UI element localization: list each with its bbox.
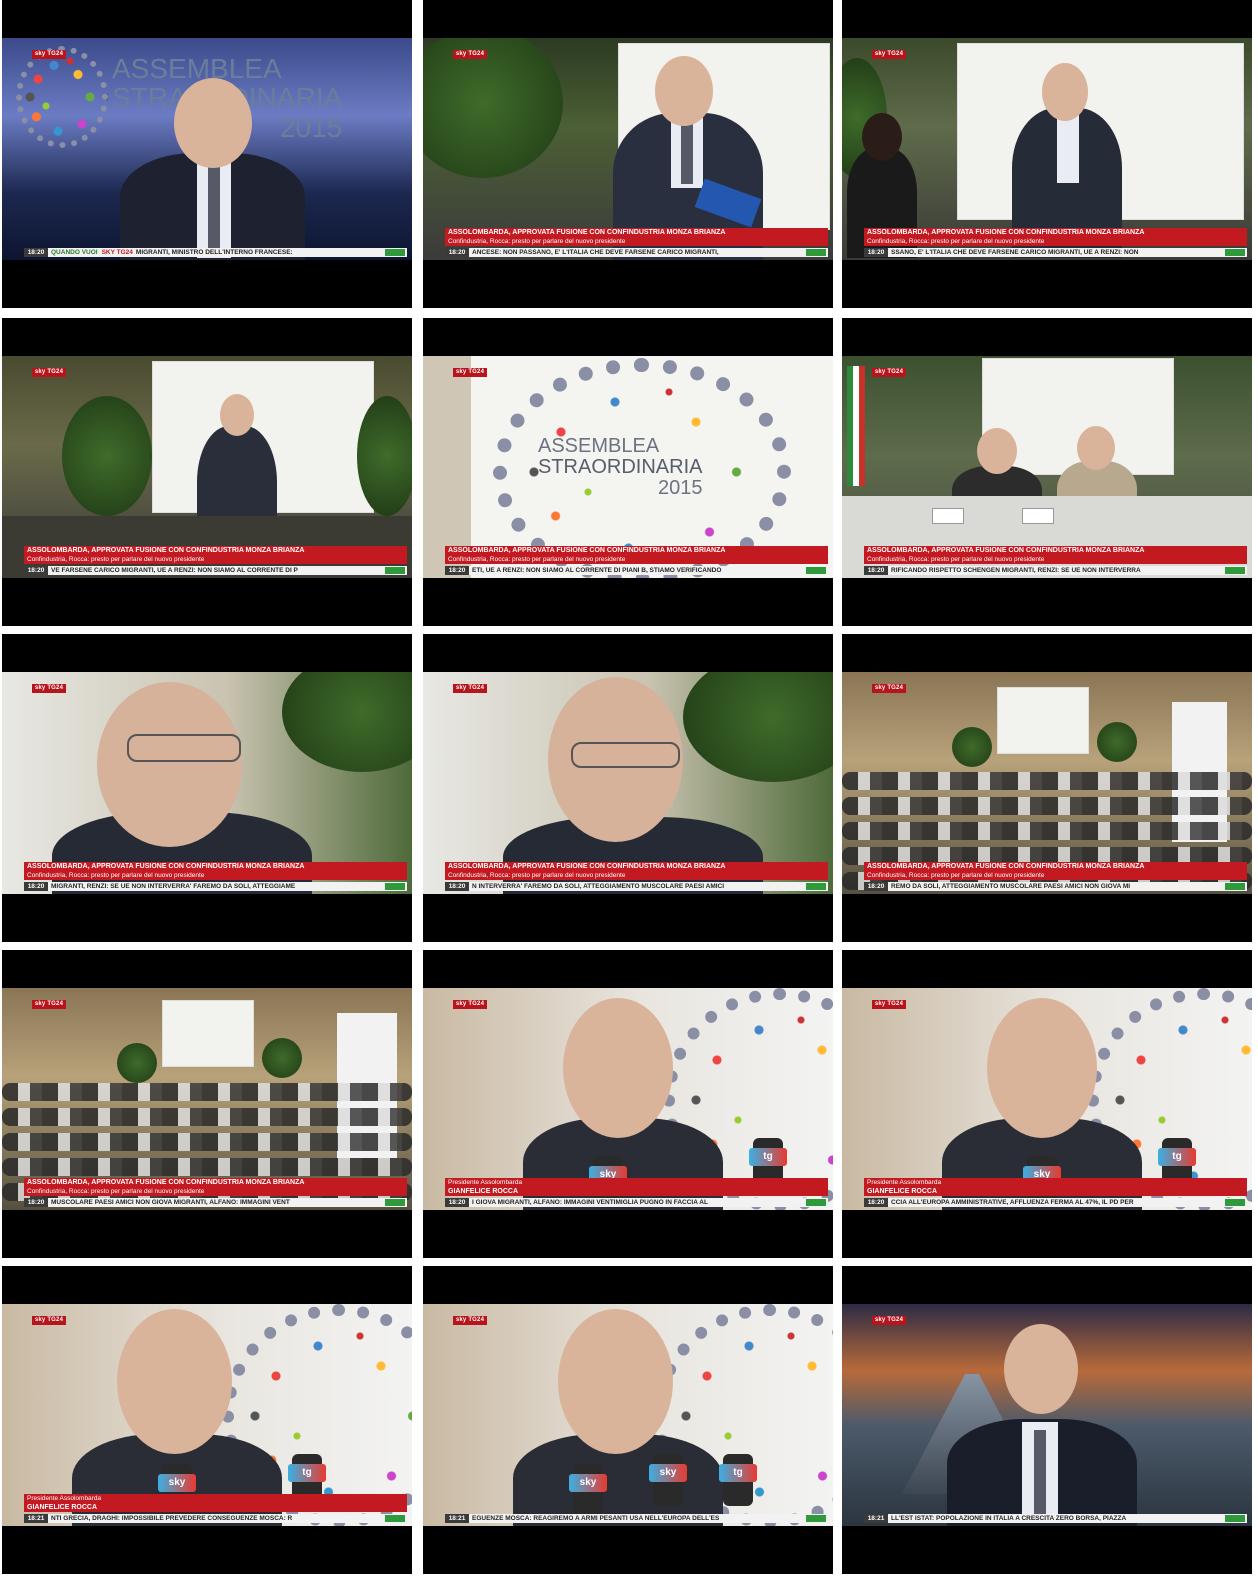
news-ticker: 18:21 EGUENZE MOSCA: REAGIREMO A ARMI PES…	[445, 1514, 828, 1523]
ticker-time: 18:20	[24, 248, 48, 257]
dot-circle-logo	[16, 46, 108, 148]
frame-image	[842, 38, 1252, 260]
frame-image: sky sky tg	[423, 1304, 833, 1526]
video-frame-8: sky TG24 ASSOLOMBARDA, APPROVATA FUSIONE…	[423, 634, 833, 942]
banner-text: ASSEMBLEA STRAORDINARIA 2015	[538, 435, 703, 499]
news-ticker: 18:20 MIGRANTI, RENZI: SE UE NON INTERVER…	[24, 882, 407, 891]
frame-image	[2, 672, 412, 894]
frame-image: sky tg	[2, 1304, 412, 1526]
video-frame-13: sky tg sky TG24 Presidente Assolombarda …	[2, 1266, 412, 1574]
news-ticker: 18:20 ETI, UE A RENZI: NON SIAMO AL CORRE…	[445, 566, 828, 575]
news-ticker: 18:20 CCIA ALL'EUROPA AMMINISTRATIVE, AFF…	[864, 1198, 1247, 1207]
frame-image: ASSEMBLEA STRAORDINARIA 2015	[2, 38, 412, 260]
news-ticker: 18:20 RIFICANDO RISPETTO SCHENGEN MIGRANT…	[864, 566, 1247, 575]
frame-image	[842, 356, 1252, 578]
frame-image	[2, 988, 412, 1210]
video-frame-11: sky tg sky TG24 Presidente Assolombarda …	[423, 950, 833, 1258]
video-frame-3: sky TG24 ASSOLOMBARDA, APPROVATA FUSIONE…	[842, 0, 1252, 308]
video-frame-10: sky TG24 ASSOLOMBARDA, APPROVATA FUSIONE…	[2, 950, 412, 1258]
news-ticker: 18:21 NTI GRECIA, DRAGHI: IMPOSSIBILE PRE…	[24, 1514, 407, 1523]
frame-image	[842, 672, 1252, 894]
news-ticker: 18:20 QUANDO VUOI SKY TG24 MIGRANTI, MINIST…	[24, 248, 407, 257]
video-frame-9: sky TG24 ASSOLOMBARDA, APPROVATA FUSIONE…	[842, 634, 1252, 942]
video-frame-4: sky TG24 ASSOLOMBARDA, APPROVATA FUSIONE…	[2, 318, 412, 626]
frame-image	[423, 672, 833, 894]
frame-image: sky tg	[842, 988, 1252, 1210]
news-ticker: 18:20 MUSCOLARE PAESI AMICI NON GIOVA MIG…	[24, 1198, 407, 1207]
video-frame-1: ASSEMBLEA STRAORDINARIA 2015 sky TG24 18…	[2, 0, 412, 308]
news-ticker: 18:20 N INTERVERRA' FAREMO DA SOLI, ATTEG…	[445, 882, 828, 891]
ticker-badge	[385, 249, 405, 256]
frame-image	[842, 1304, 1252, 1526]
headline-bar: ASSOLOMBARDA, APPROVATA FUSIONE CON CONF…	[445, 228, 828, 237]
video-contact-sheet: ASSEMBLEA STRAORDINARIA 2015 sky TG24 18…	[0, 0, 1258, 1588]
video-frame-7: sky TG24 ASSOLOMBARDA, APPROVATA FUSIONE…	[2, 634, 412, 942]
frame-image	[423, 38, 833, 260]
news-ticker: 18:20 I GIOVA MIGRANTI, ALFANO: IMMAGINI …	[445, 1198, 828, 1207]
video-frame-15: sky TG24 18:21 LL'EST ISTAT: POPOLAZIONE …	[842, 1266, 1252, 1574]
name-caption-name: GIANFELICE ROCCA	[445, 1187, 828, 1196]
video-frame-2: sky TG24 ASSOLOMBARDA, APPROVATA FUSIONE…	[423, 0, 833, 308]
news-ticker: 18:20 VE FARSENE CARICO MIGRANTI, UE A RE…	[24, 566, 407, 575]
frame-image	[2, 356, 412, 578]
news-ticker: 18:20 SSANO, E' L'ITALIA CHE DEVE FARSENE…	[864, 248, 1247, 257]
channel-logo: sky TG24	[32, 50, 66, 59]
subline-bar: Confindustria, Rocca: presto per parlare…	[445, 237, 828, 246]
news-ticker: 18:20 ANCESE: NON PASSANO, E' L'ITALIA CH…	[445, 248, 828, 257]
frame-image: ASSEMBLEA STRAORDINARIA 2015	[423, 356, 833, 578]
news-ticker: 18:21 LL'EST ISTAT: POPOLAZIONE IN ITALIA…	[864, 1514, 1247, 1523]
frame-image: sky tg	[423, 988, 833, 1210]
video-frame-12: sky tg sky TG24 Presidente Assolombarda …	[842, 950, 1252, 1258]
video-frame-5: ASSEMBLEA STRAORDINARIA 2015 sky TG24 AS…	[423, 318, 833, 626]
name-caption-role: Presidente Assolombarda	[445, 1178, 828, 1187]
video-frame-6: sky TG24 ASSOLOMBARDA, APPROVATA FUSIONE…	[842, 318, 1252, 626]
video-frame-14: sky sky tg sky TG24 18:21 EGUENZE MOSCA: …	[423, 1266, 833, 1574]
news-ticker: 18:20 REMO DA SOLI, ATTEGGIAMENTO MUSCOLA…	[864, 882, 1247, 891]
